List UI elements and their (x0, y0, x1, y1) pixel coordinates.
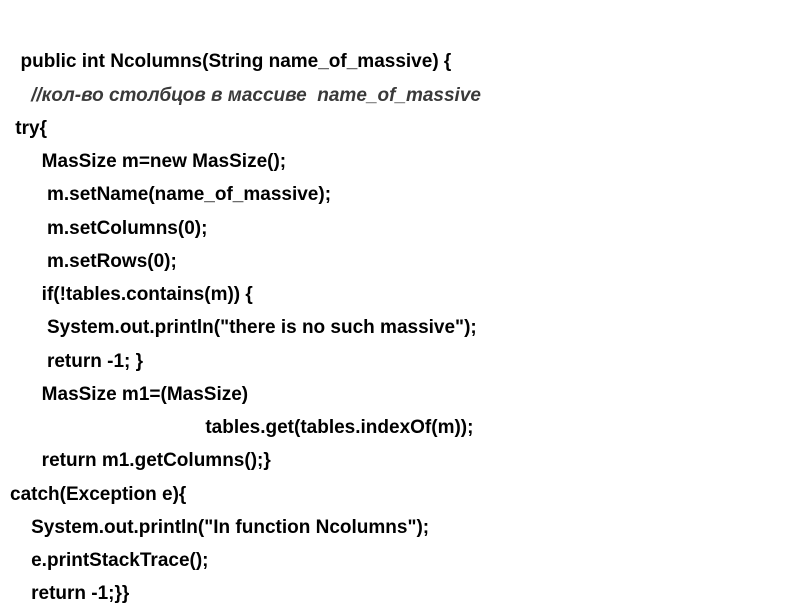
code-line: m.setRows(0); (10, 251, 177, 272)
code-line: MasSize m1=(MasSize) (10, 384, 248, 405)
code-line: return m1.getColumns();} (10, 450, 271, 471)
code-line: public int Ncolumns(String name_of_massi… (10, 51, 451, 72)
code-line: System.out.println("In function Ncolumns… (10, 517, 429, 538)
code-line: if(!tables.contains(m)) { (10, 284, 253, 305)
code-line: m.setName(name_of_massive); (10, 184, 331, 205)
code-line: System.out.println("there is no such mas… (10, 317, 477, 338)
code-line: MasSize m=new MasSize(); (10, 151, 286, 172)
code-line: e.printStackTrace(); (10, 550, 209, 571)
code-comment: //кол-во столбцов в массиве name_of_mass… (31, 85, 481, 106)
code-line: try{ (10, 118, 47, 139)
code-line: return -1;}} (10, 583, 129, 604)
code-line: catch(Exception e){ (10, 484, 186, 505)
code-line: return -1; } (10, 351, 143, 372)
code-snippet: public int Ncolumns(String name_of_massi… (10, 12, 790, 611)
code-line: tables.get(tables.indexOf(m)); (10, 417, 473, 438)
code-line: m.setColumns(0); (10, 218, 207, 239)
code-line-prefix (10, 85, 31, 106)
